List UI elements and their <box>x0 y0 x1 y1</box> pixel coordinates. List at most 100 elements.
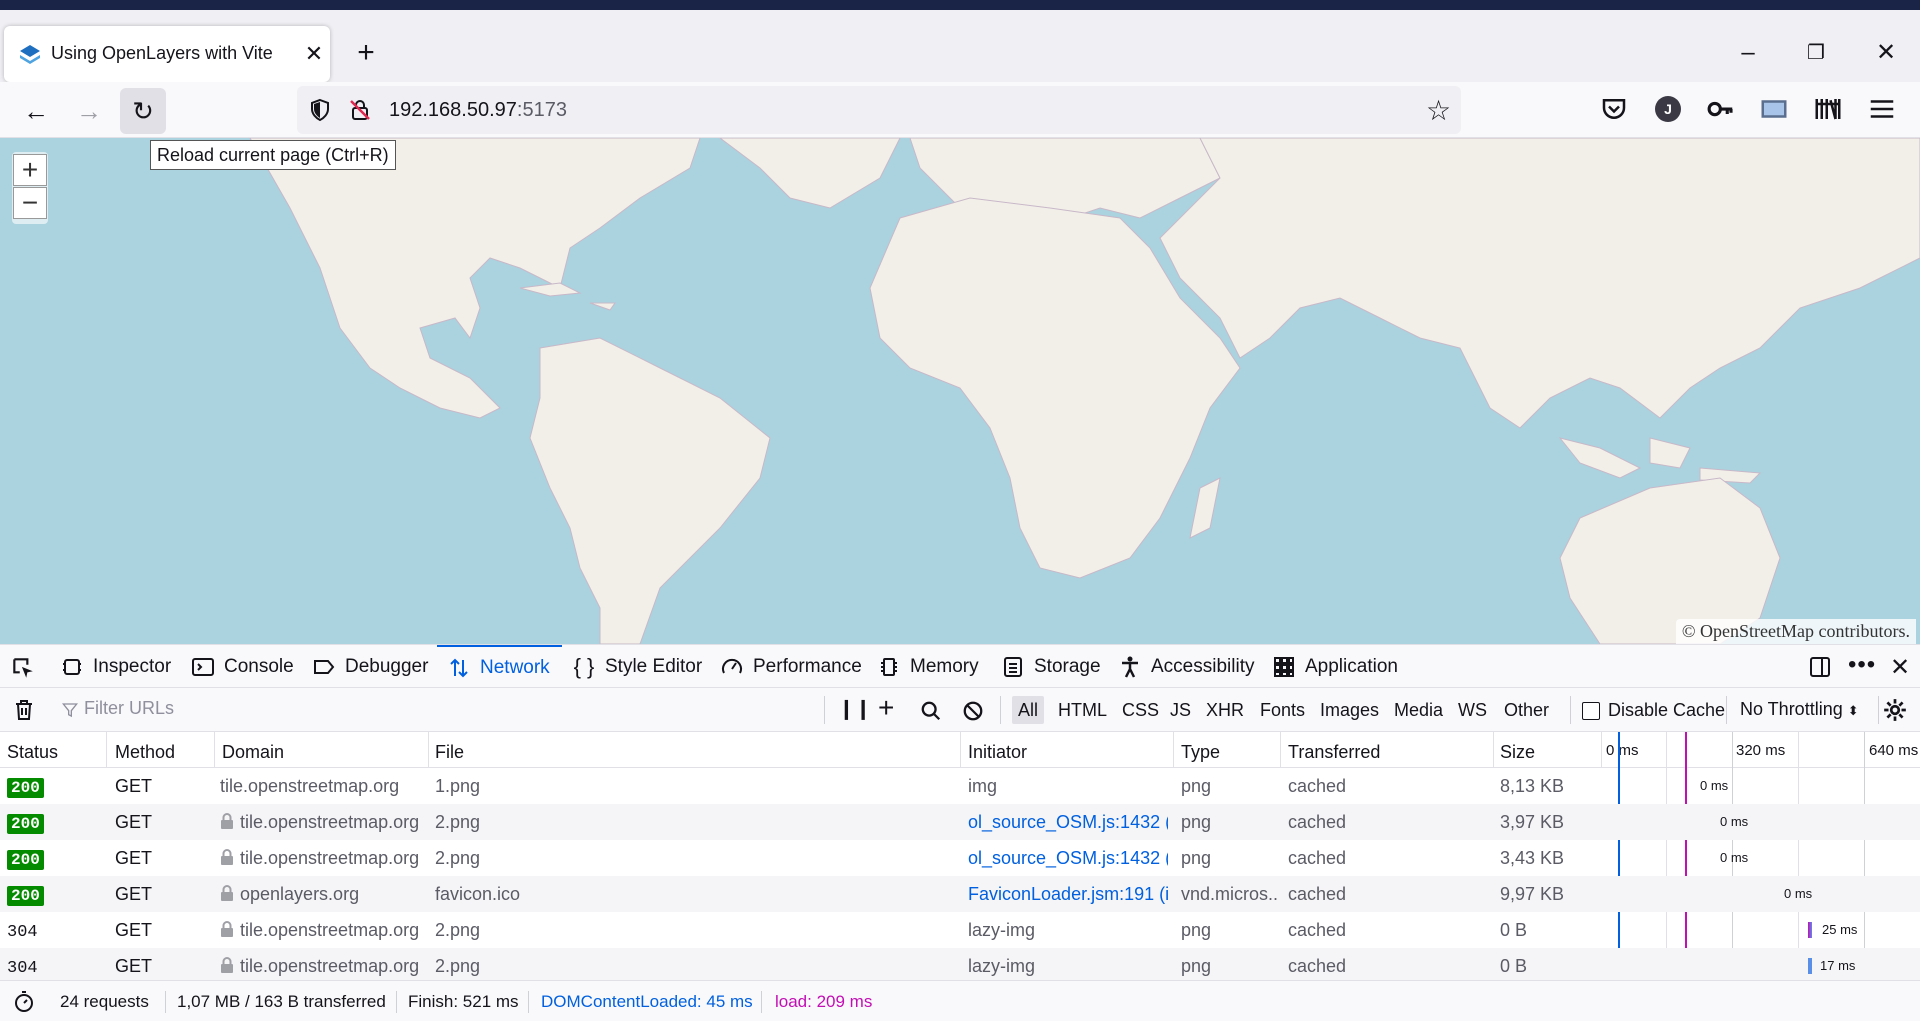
col-divider[interactable] <box>1173 732 1174 768</box>
back-button[interactable]: ← <box>13 88 59 134</box>
type-cell: vnd.micros... <box>1181 884 1277 904</box>
transferred-cell: cached <box>1288 920 1347 940</box>
close-window-button[interactable]: ✕ <box>1866 36 1906 72</box>
table-row[interactable]: 304 GET tile.openstreetmap.org 2.png lazy-im… <box>0 948 1920 984</box>
initiator-cell: img <box>968 776 998 796</box>
method-cell: GET <box>115 920 153 940</box>
tab-performance[interactable]: Performance <box>720 645 862 688</box>
tab-inspector[interactable]: Inspector <box>60 645 171 688</box>
col-divider[interactable] <box>1280 732 1281 768</box>
filter-images[interactable]: Images <box>1314 696 1385 724</box>
col-status[interactable]: Status <box>7 742 58 763</box>
more-options-icon[interactable]: ••• <box>1848 651 1876 679</box>
tab-application[interactable]: Application <box>1272 645 1398 688</box>
col-transferred[interactable]: Transferred <box>1288 742 1380 763</box>
close-devtools-icon[interactable]: ✕ <box>1890 653 1910 682</box>
col-divider[interactable] <box>428 732 429 768</box>
zoom-out-button[interactable]: − <box>13 187 47 219</box>
forward-button[interactable]: → <box>66 88 112 134</box>
reload-button[interactable]: ↻ <box>120 88 166 134</box>
network-arrows-icon <box>450 658 468 677</box>
account-avatar[interactable]: J <box>1655 96 1681 122</box>
method-cell: GET <box>115 956 153 976</box>
disable-cache-checkbox[interactable] <box>1582 702 1600 720</box>
table-row[interactable]: 304 GET tile.openstreetmap.org 2.png lazy-im… <box>0 912 1920 948</box>
filter-fonts[interactable]: Fonts <box>1254 696 1311 724</box>
network-settings-gear-icon[interactable] <box>1882 697 1908 723</box>
col-divider[interactable] <box>106 732 107 768</box>
filter-xhr[interactable]: XHR <box>1200 696 1250 724</box>
tab-network[interactable]: Network <box>437 645 562 688</box>
col-divider[interactable] <box>214 732 215 768</box>
element-picker-icon[interactable] <box>10 655 36 681</box>
stopwatch-icon[interactable] <box>12 990 36 1014</box>
col-type[interactable]: Type <box>1181 742 1220 763</box>
clear-trash-icon[interactable] <box>12 698 36 722</box>
tab-debugger[interactable]: Debugger <box>312 645 428 688</box>
tab-memory[interactable]: Memory <box>877 645 979 688</box>
search-icon[interactable] <box>920 700 942 722</box>
col-file[interactable]: File <box>435 742 464 763</box>
tab-accessibility[interactable]: Accessibility <box>1118 645 1254 688</box>
table-row[interactable]: 200 GET tile.openstreetmap.org 1.png img png c… <box>0 768 1920 804</box>
filter-media[interactable]: Media <box>1388 696 1449 724</box>
tab-storage-label: Storage <box>1034 655 1101 677</box>
filter-other[interactable]: Other <box>1498 696 1555 724</box>
col-initiator[interactable]: Initiator <box>968 742 1027 763</box>
status-code: 200 <box>7 886 44 906</box>
status-cell: 200 <box>7 884 44 906</box>
table-row[interactable]: 200 GET openlayers.org favicon.ico FaviconLo… <box>0 876 1920 912</box>
world-map-tiles[interactable] <box>0 138 1920 644</box>
tracking-shield-icon[interactable] <box>308 98 332 122</box>
filter-js[interactable]: JS <box>1164 696 1197 724</box>
tab-storage[interactable]: Storage <box>1001 645 1101 688</box>
new-tab-button[interactable]: + <box>352 38 380 68</box>
initiator-cell[interactable]: FaviconLoader.jsm:191 (i... <box>968 884 1168 905</box>
filter-css[interactable]: CSS <box>1116 696 1165 724</box>
throttling-select[interactable]: No Throttling ⬍ <box>1740 699 1859 720</box>
filter-ws[interactable]: WS <box>1452 696 1493 724</box>
minimize-window-button[interactable]: – <box>1728 36 1768 72</box>
status-cell: 304 <box>7 920 38 942</box>
password-key-icon[interactable] <box>1706 94 1736 124</box>
disable-cache-label[interactable]: Disable Cache <box>1608 700 1725 721</box>
restore-window-button[interactable]: ❐ <box>1796 36 1836 72</box>
url-bar[interactable]: 192.168.50.97:5173 ☆ <box>297 86 1461 134</box>
col-divider[interactable] <box>1601 732 1602 768</box>
block-requests-icon[interactable] <box>962 700 984 722</box>
table-row[interactable]: 200 GET tile.openstreetmap.org 2.png ol_sour… <box>0 840 1920 876</box>
transferred-cell: cached <box>1288 848 1347 868</box>
pocket-icon[interactable] <box>1599 94 1629 124</box>
dock-side-icon[interactable] <box>1808 655 1832 679</box>
zoom-in-button[interactable]: + <box>13 154 47 186</box>
close-tab-icon[interactable]: ✕ <box>300 40 328 68</box>
insecure-lock-icon[interactable] <box>348 98 372 122</box>
waterfall-timing: 0 ms <box>1720 850 1749 865</box>
add-request-icon[interactable]: + <box>878 692 894 724</box>
tab-style-editor[interactable]: { } Style Editor <box>572 645 703 688</box>
extension-screen-icon[interactable] <box>1759 94 1789 124</box>
map-attribution: © OpenStreetMap contributors. <box>1675 619 1916 644</box>
col-divider[interactable] <box>1493 732 1494 768</box>
initiator-cell[interactable]: ol_source_OSM.js:1432 (i... <box>968 812 1168 833</box>
initiator-cell[interactable]: ol_source_OSM.js:1432 (i... <box>968 848 1168 869</box>
openlayers-map[interactable]: + − © OpenStreetMap contributors. <box>0 138 1920 644</box>
menu-hamburger-icon[interactable] <box>1867 94 1897 124</box>
library-icon[interactable] <box>1813 94 1843 124</box>
filter-html[interactable]: HTML <box>1052 696 1113 724</box>
url-text[interactable]: 192.168.50.97:5173 <box>389 99 567 122</box>
type-cell: png <box>1181 920 1212 940</box>
filter-all[interactable]: All <box>1012 696 1045 724</box>
browser-tab[interactable]: Using OpenLayers with Vite ✕ <box>4 26 330 82</box>
col-size[interactable]: Size <box>1500 742 1535 763</box>
bookmark-star-icon[interactable]: ☆ <box>1426 94 1451 127</box>
table-row[interactable]: 200 GET tile.openstreetmap.org 2.png ol_sour… <box>0 804 1920 840</box>
summary-requests: 24 requests <box>60 992 149 1011</box>
pause-icon[interactable]: ❙❙ <box>838 696 872 721</box>
filter-urls-input[interactable]: Filter URLs <box>84 698 174 719</box>
col-domain[interactable]: Domain <box>222 742 284 763</box>
col-divider[interactable] <box>960 732 961 768</box>
transferred-cell: cached <box>1288 812 1347 832</box>
col-method[interactable]: Method <box>115 742 175 763</box>
tab-console[interactable]: Console <box>191 645 294 688</box>
